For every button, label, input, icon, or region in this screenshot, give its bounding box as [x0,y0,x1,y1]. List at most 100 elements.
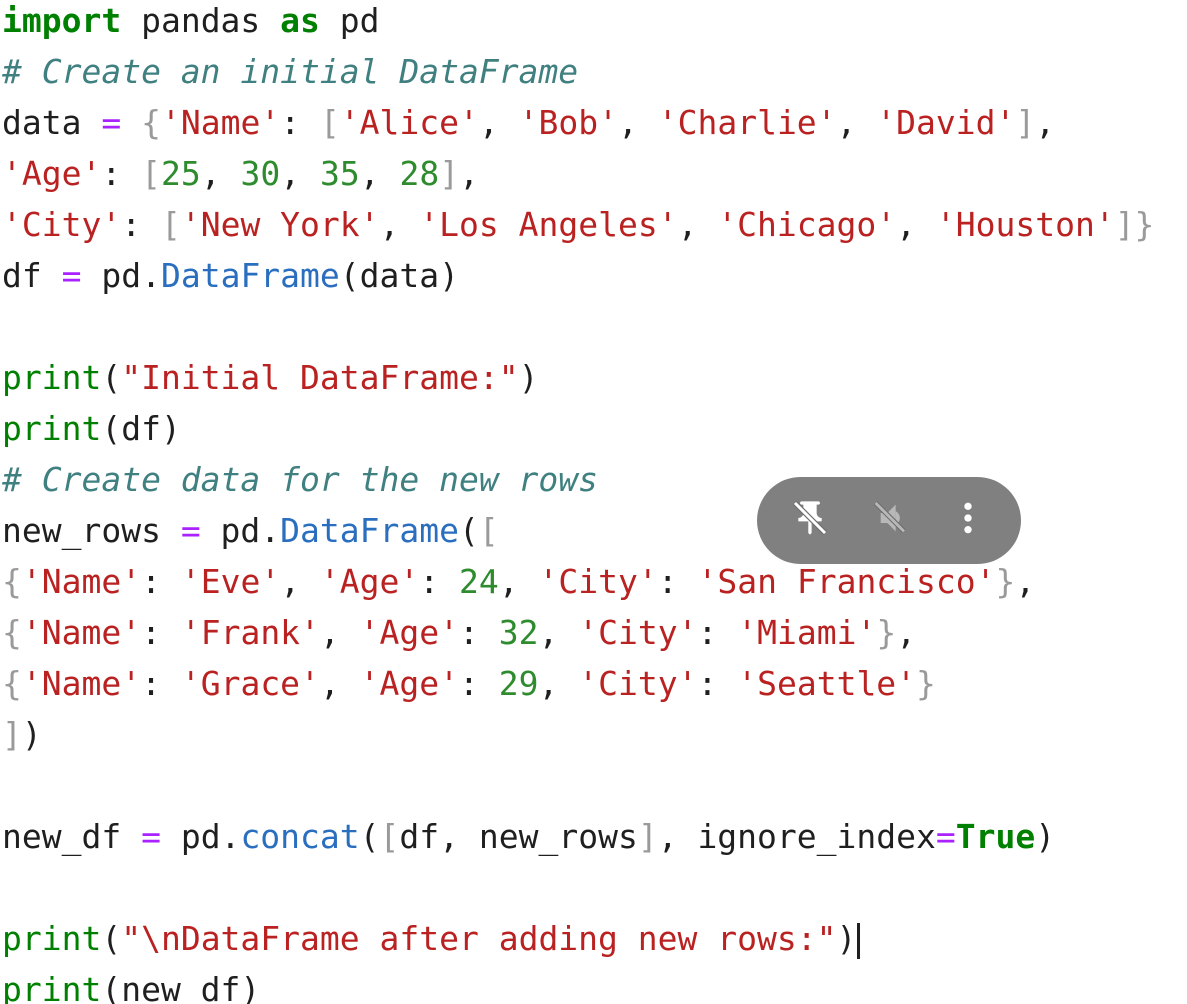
unpin-icon [790,498,830,543]
video-overlay-toolbar [757,477,1021,564]
code-token: = [935,817,956,856]
code-line: {'Name': 'Grace', 'Age': 29, 'City': 'Se… [2,658,1154,709]
code-line: 'City': ['New York', 'Los Angeles', 'Chi… [2,199,1154,250]
code-token: df, new_rows [399,817,638,856]
code-token: : [141,664,181,703]
code-token: 'Chicago' [717,205,897,244]
code-token: : [280,103,320,142]
code-token: 'Seattle' [737,664,917,703]
code-token: , [498,562,539,601]
code-token: : [419,562,460,601]
code-editor[interactable]: import pandas as pd # Create an initial D… [0,0,1187,1004]
code-line: new_df = pd.concat([df, new_rows], ignor… [2,811,1154,862]
code-token: DataFrame [160,256,340,295]
code-token: , [677,205,718,244]
code-token: data [2,103,102,142]
code-token: , [459,154,479,193]
code-token: (new_df) [101,970,261,1004]
code-token: 'City' [578,613,698,652]
code-token: 'Age' [2,154,102,193]
code-token: pd. [81,256,161,295]
code-line: print("\nDataFrame after adding new rows… [2,913,1154,964]
code-token: : [697,664,738,703]
code-token: 'Bob' [518,103,618,142]
code-token: ) [1035,817,1056,856]
code-token: [ [160,205,181,244]
code-token: , [200,154,241,193]
code-token: { [141,103,161,142]
code-token: 'City' [538,562,658,601]
code-token: } [916,664,936,703]
code-token: ) [21,715,42,754]
code-token: "\nDataFrame after adding new rows:" [121,919,837,958]
code-line: df = pd.DataFrame(data) [2,250,1154,301]
code-token: 35 [319,154,360,193]
code-line: # Create an initial DataFrame [2,46,1154,97]
mute-button[interactable] [861,493,917,549]
code-token: [ [379,817,400,856]
code-token: ] [2,715,22,754]
code-token: 25 [160,154,201,193]
code-token: # Create an initial DataFrame [2,52,579,91]
code-line: import pandas as pd [2,0,1154,46]
code-line: {'Name': 'Frank', 'Age': 32, 'City': 'Mi… [2,607,1154,658]
code-token: print [2,358,102,397]
code-token: ( [359,817,380,856]
code-token: 'Name' [160,103,281,142]
code-token: { [2,562,22,601]
code-token: : [459,664,499,703]
code-token: ] [439,154,460,193]
code-token: ) [836,919,857,958]
code-token: ( [101,358,122,397]
code-line: print(new_df) [2,964,1154,1004]
code-token: : [657,562,698,601]
code-token: 'Age' [359,613,460,652]
code-token: 'Age' [359,664,460,703]
code-token: : [141,562,181,601]
code-token: } [995,562,1016,601]
code-token: 'New York' [180,205,380,244]
code-token: 'City' [2,205,122,244]
code-token: } [876,613,897,652]
code-token: 'David' [876,103,1016,142]
code-token: 'Frank' [180,613,320,652]
code-token: 'Name' [21,562,142,601]
code-token: print [2,409,102,448]
code-token: "Initial DataFrame:" [121,358,519,397]
code-token: , [319,664,360,703]
code-token: 'Los Angeles' [419,205,678,244]
code-token: , [280,562,320,601]
code-token: (df) [101,409,181,448]
code-token: , ignore_index [657,817,936,856]
code-token: , [379,205,420,244]
code-token: 'San Francisco' [697,562,996,601]
code-token: 'Alice' [339,103,479,142]
code-token: = [180,511,201,550]
code-token: 'Miami' [737,613,877,652]
code-token: 29 [498,664,539,703]
code-token: [ [141,154,161,193]
code-token: 'Houston' [935,205,1115,244]
code-token: print [2,919,102,958]
code-token: True [955,817,1036,856]
code-token: DataFrame [280,511,459,550]
code-token: import [2,1,122,40]
code-token: : [121,205,161,244]
more-button[interactable] [940,493,996,549]
code-token: ( [458,511,479,550]
code-token: , [538,613,579,652]
code-token: 28 [399,154,440,193]
code-token: 'Name' [21,664,142,703]
code-token: 'City' [578,664,698,703]
code-token: new_df [2,817,142,856]
unpin-button[interactable] [782,493,838,549]
code-token: 30 [240,154,281,193]
code-token: pd. [200,511,281,550]
code-line: print("Initial DataFrame:") [2,352,1154,403]
code-token: : [101,154,142,193]
code-token: = [61,256,82,295]
code-token: = [141,817,161,856]
